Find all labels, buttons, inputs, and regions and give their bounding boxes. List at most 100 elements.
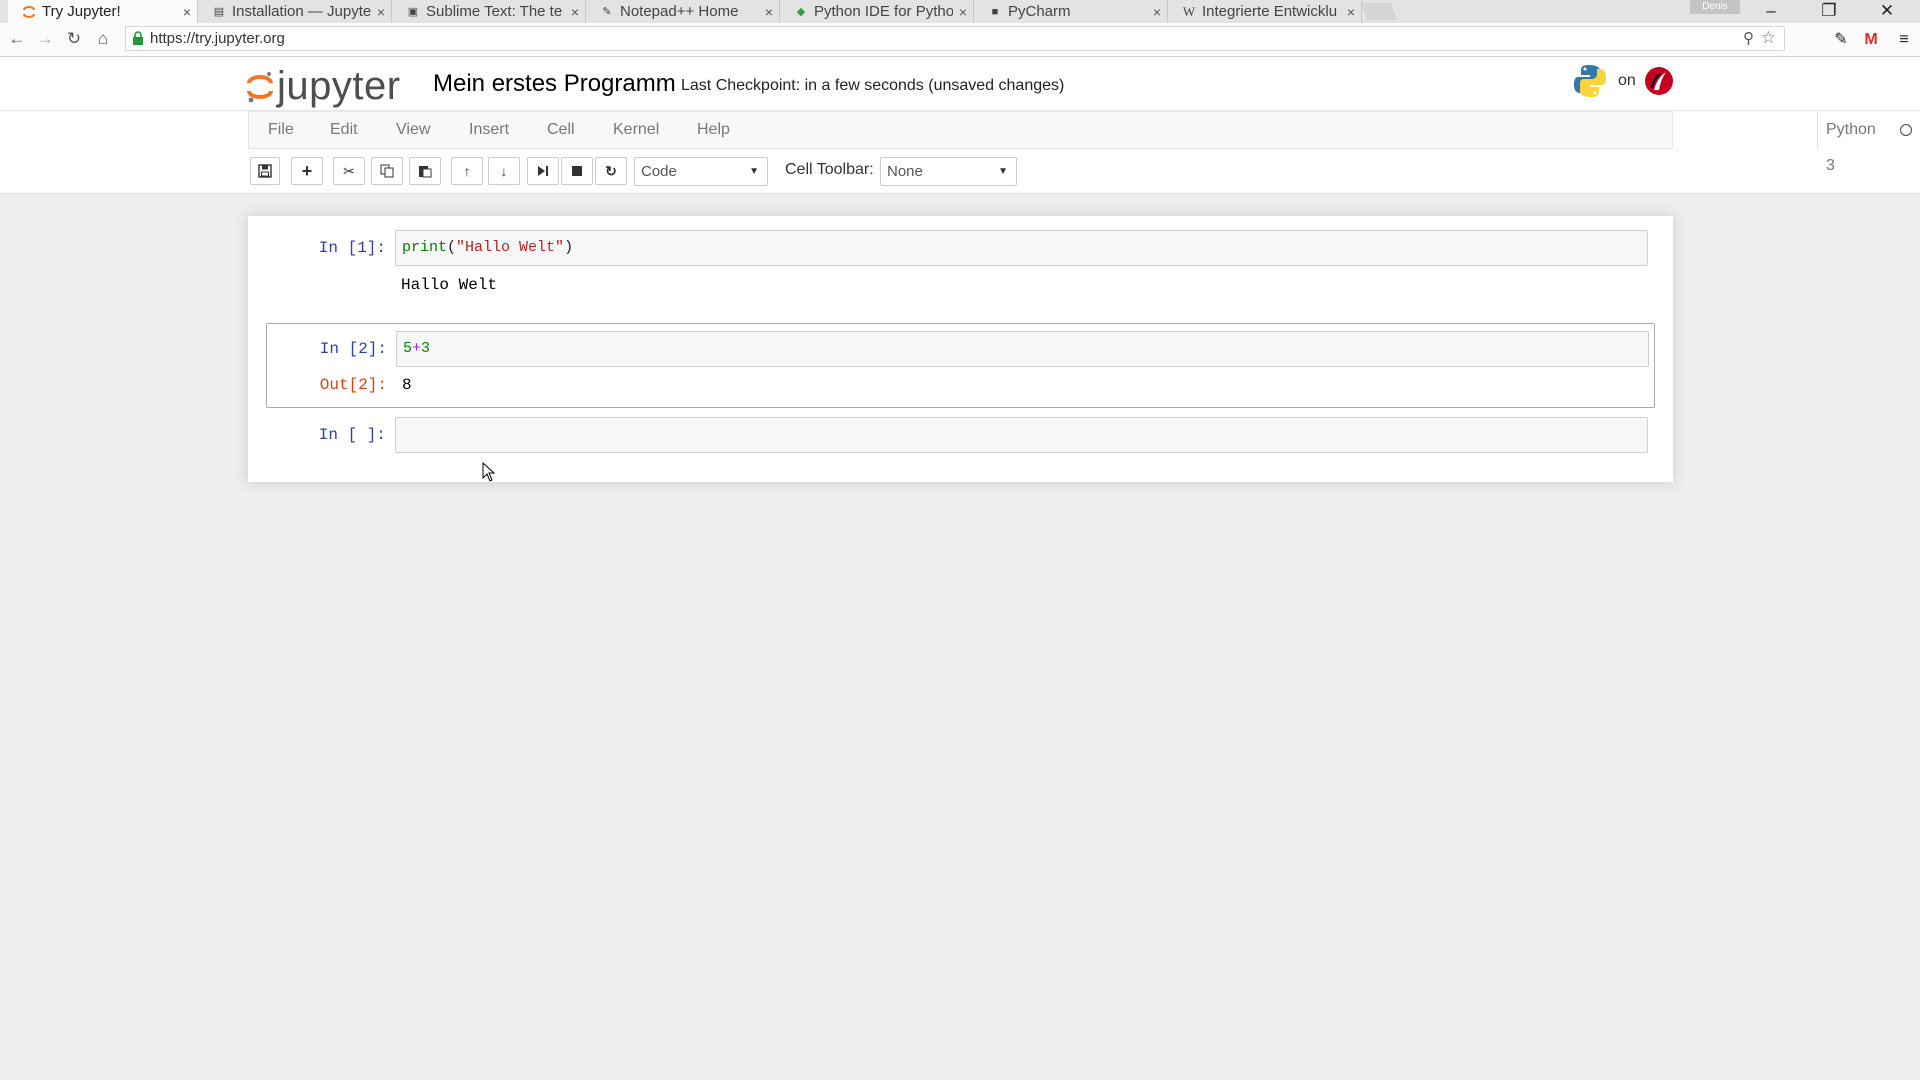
paste-button[interactable]	[409, 157, 441, 185]
refresh-icon: ↻	[605, 162, 617, 179]
jupyter-wordmark: jupyter	[277, 64, 401, 108]
tab-notepad[interactable]: ✎ Notepad++ Home ×	[586, 0, 780, 23]
jupyter-logo[interactable]: jupyter	[247, 64, 401, 109]
pycharm-favicon-icon: ◆	[796, 6, 806, 18]
input-prompt: In [1]:	[318, 239, 386, 257]
tab-title: Notepad++ Home	[620, 3, 739, 20]
menu-kernel[interactable]: Kernel	[613, 121, 659, 139]
cell-type-value: Code	[641, 163, 677, 180]
tab-wikipedia[interactable]: W Integrierte Entwicklu ×	[1168, 0, 1362, 23]
interrupt-kernel-button[interactable]	[561, 157, 593, 185]
code-token-number: 3	[421, 340, 431, 357]
minimize-icon[interactable]: –	[1748, 0, 1794, 22]
input-prompt: In [2]:	[319, 340, 387, 358]
address-bar[interactable]: https://try.jupyter.org ⚲ ☆	[125, 26, 1785, 51]
code-token-string: "Hallo Welt"	[456, 239, 565, 256]
cell-toolbar-select[interactable]: None ▼	[880, 157, 1017, 186]
cell-toolbar-label: Cell Toolbar:	[785, 161, 874, 178]
input-prompt: In [ ]:	[318, 426, 386, 444]
python-on-rackspace[interactable]: on	[1572, 63, 1674, 99]
restore-icon[interactable]: ❐	[1806, 0, 1852, 22]
code-token-keyword: print	[402, 239, 448, 256]
tab-close-icon[interactable]: ×	[765, 4, 773, 20]
cell-toolbar-value: None	[887, 163, 923, 180]
tab-python-ide[interactable]: ◆ Python IDE for Pytho ×	[780, 0, 974, 23]
menu-view[interactable]: View	[396, 121, 430, 139]
wikipedia-favicon-icon: W	[1182, 3, 1196, 19]
notebook-container: In [1]: print("Hallo Welt") Hallo Welt I…	[248, 216, 1673, 482]
menu-file[interactable]: File	[268, 121, 294, 139]
tab-title: Try Jupyter!	[42, 3, 121, 20]
tab-pycharm[interactable]: ■ PyCharm ×	[974, 0, 1168, 23]
code-input[interactable]	[395, 417, 1648, 453]
tab-installation[interactable]: ▤ Installation — Jupyte ×	[198, 0, 392, 23]
move-down-button[interactable]: ↓	[488, 157, 520, 185]
insert-cell-button[interactable]: +	[291, 157, 323, 185]
tab-close-icon[interactable]: ×	[1347, 4, 1355, 20]
browser-toolbar: ← → ↻ ⌂ https://try.jupyter.org ⚲ ☆ ✎ M …	[0, 23, 1920, 57]
code-token-paren: (	[447, 239, 457, 256]
code-token-paren: )	[564, 239, 574, 256]
jupyter-header: jupyter Mein erstes Programm Last Checkp…	[0, 57, 1920, 111]
menubar: File Edit View Insert Cell Kernel Help P…	[248, 111, 1912, 174]
url-text: https://try.jupyter.org	[150, 30, 285, 47]
cell-type-select[interactable]: Code ▼	[634, 157, 768, 186]
menu-edit[interactable]: Edit	[330, 121, 358, 139]
menu-cell[interactable]: Cell	[547, 121, 575, 139]
menu-icon[interactable]: ≡	[1893, 29, 1915, 51]
code-cell-3[interactable]: In [ ]:	[266, 409, 1655, 469]
caret-down-icon: ▼	[998, 166, 1008, 177]
kernel-idle-indicator-icon	[1900, 124, 1912, 136]
bookmark-star-icon[interactable]: ☆	[1761, 28, 1776, 48]
code-cell-1[interactable]: In [1]: print("Hallo Welt") Hallo Welt	[266, 222, 1655, 317]
stop-icon	[572, 166, 582, 176]
tab-close-icon[interactable]: ×	[377, 4, 385, 20]
tab-sublime[interactable]: ▣ Sublime Text: The te ×	[392, 0, 586, 23]
tab-close-icon[interactable]: ×	[959, 4, 967, 20]
gmail-icon[interactable]: M	[1860, 29, 1882, 51]
run-cell-button[interactable]	[527, 157, 559, 185]
home-icon[interactable]: ⌂	[91, 27, 115, 51]
checkpoint-status: Last Checkpoint: in a few seconds (unsav…	[681, 77, 1065, 94]
close-window-icon[interactable]: ✕	[1864, 0, 1910, 22]
tab-close-icon[interactable]: ×	[571, 4, 579, 20]
code-cell-2[interactable]: In [2]: 5+3 Out[2]: 8	[266, 323, 1655, 408]
zoom-icon[interactable]: ⚲	[1743, 29, 1754, 47]
doc-favicon-icon: ▤	[213, 6, 225, 18]
caret-down-icon: ▼	[749, 166, 759, 177]
code-input[interactable]: print("Hallo Welt")	[395, 230, 1648, 266]
scissors-icon: ✂	[343, 162, 355, 179]
tab-close-icon[interactable]: ×	[183, 4, 191, 20]
new-tab-button[interactable]	[1360, 3, 1398, 20]
tab-close-icon[interactable]: ×	[1153, 4, 1161, 20]
copy-button[interactable]	[371, 157, 403, 185]
notepad-favicon-icon: ✎	[602, 6, 612, 18]
step-forward-icon	[538, 166, 548, 176]
extension-icon[interactable]: ✎	[1830, 29, 1852, 51]
tab-title: Python IDE for Pytho	[814, 3, 953, 20]
forward-arrow-icon[interactable]: →	[33, 27, 57, 51]
back-arrow-icon[interactable]: ←	[5, 27, 29, 51]
notebook-name[interactable]: Mein erstes Programm	[433, 70, 676, 98]
pycharm-favicon-icon: ■	[991, 5, 999, 18]
save-button[interactable]	[250, 157, 280, 185]
notebook-toolbar-area: File Edit View Insert Cell Kernel Help P…	[0, 111, 1920, 194]
profile-badge[interactable]: Denis	[1690, 0, 1740, 14]
tab-title: Integrierte Entwicklu	[1202, 3, 1338, 20]
mouse-cursor-icon	[482, 462, 496, 482]
code-token-operator: +	[412, 340, 422, 357]
tab-try-jupyter[interactable]: Try Jupyter! ×	[8, 0, 198, 23]
tab-title: PyCharm	[1008, 3, 1071, 20]
menu-insert[interactable]: Insert	[469, 121, 509, 139]
restart-kernel-button[interactable]: ↻	[595, 157, 627, 185]
tab-title: Installation — Jupyte	[232, 3, 371, 20]
rackspace-logo-icon	[1644, 67, 1673, 95]
paste-icon	[419, 166, 432, 178]
reload-icon[interactable]: ↻	[62, 27, 86, 51]
code-input[interactable]: 5+3	[396, 331, 1649, 367]
cut-button[interactable]: ✂	[333, 157, 365, 185]
menu-help[interactable]: Help	[697, 121, 730, 139]
move-up-button[interactable]: ↑	[451, 157, 483, 185]
on-label: on	[1618, 72, 1636, 89]
sublime-favicon-icon: ▣	[407, 6, 419, 18]
